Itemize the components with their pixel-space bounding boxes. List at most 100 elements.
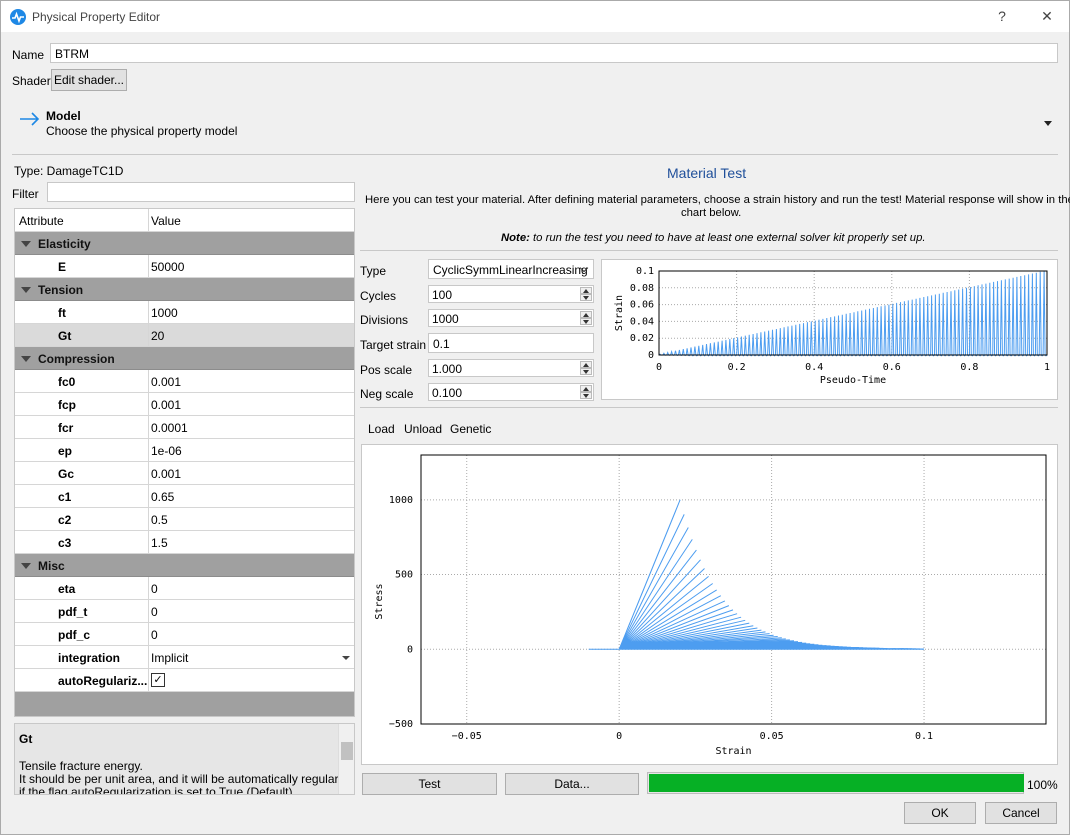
property-name: fc0 (58, 375, 76, 389)
property-row[interactable]: c3 1.5 (15, 531, 354, 554)
property-name: fcp (58, 398, 76, 412)
description-scrollbar[interactable] (338, 724, 354, 794)
material-test-intro-2: chart below. (681, 207, 742, 219)
tab-unload[interactable]: Unload (404, 422, 442, 436)
type-param-label: Type (360, 264, 387, 278)
property-value[interactable]: 1e-06 (151, 444, 182, 458)
property-name: autoRegulariz... (58, 674, 148, 688)
x-tick-label: 0.05 (760, 731, 784, 742)
scrollbar-thumb[interactable] (341, 742, 353, 760)
property-value[interactable]: 1000 (151, 306, 178, 320)
property-name: Gt (58, 329, 72, 343)
filter-input[interactable] (47, 182, 355, 202)
target-strain-label: Target strain (360, 338, 427, 352)
property-row[interactable]: fc0 0.001 (15, 370, 354, 393)
chevron-down-icon[interactable] (21, 563, 31, 569)
property-row[interactable]: fcr 0.0001 (15, 416, 354, 439)
property-row[interactable]: Gc 0.001 (15, 462, 354, 485)
neg-scale-spinbox[interactable]: 0.100 (428, 383, 594, 401)
y-tick-label: 0 (407, 644, 413, 655)
help-button[interactable]: ? (992, 8, 1012, 24)
spin-up-icon[interactable] (580, 361, 592, 368)
property-value[interactable]: 0.001 (151, 375, 181, 389)
material-test-title: Material Test (667, 165, 747, 181)
category-row-tension[interactable]: Tension (15, 278, 354, 301)
cycles-spinbox[interactable]: 100 (428, 285, 594, 303)
progress-bar (647, 772, 1024, 794)
tab-genetic[interactable]: Genetic (450, 422, 491, 436)
property-value[interactable]: 0 (151, 605, 158, 619)
property-row[interactable]: pdf_c 0 (15, 623, 354, 646)
chevron-down-icon[interactable] (21, 241, 31, 247)
ok-button[interactable]: OK (904, 802, 976, 824)
target-strain-input[interactable]: 0.1 (428, 333, 594, 353)
x-tick-label: −0.05 (452, 731, 482, 742)
physical-property-editor-window: Physical Property Editor ? ✕ Name BTRM S… (0, 0, 1070, 835)
spin-up-icon[interactable] (580, 311, 592, 318)
chevron-down-icon[interactable] (1044, 121, 1052, 126)
property-value[interactable]: 0.001 (151, 467, 181, 481)
property-value[interactable]: 1.5 (151, 536, 168, 550)
property-value[interactable]: 0.0001 (151, 421, 188, 435)
property-name: eta (58, 582, 76, 596)
property-row[interactable]: pdf_t 0 (15, 600, 354, 623)
spin-down-icon[interactable] (580, 368, 592, 375)
property-value[interactable]: Implicit (151, 651, 188, 665)
chevron-down-icon[interactable] (21, 287, 31, 293)
model-subtitle: Choose the physical property model (46, 124, 238, 138)
title-bar: Physical Property Editor ? ✕ (1, 1, 1069, 32)
property-name: c3 (58, 536, 72, 550)
cancel-button[interactable]: Cancel (985, 802, 1057, 824)
property-value[interactable]: 20 (151, 329, 164, 343)
divisions-spinbox[interactable]: 1000 (428, 309, 594, 327)
property-row[interactable]: c1 0.65 (15, 485, 354, 508)
x-axis-label: Pseudo-Time (820, 375, 886, 386)
tab-load[interactable]: Load (368, 422, 395, 436)
pos-scale-spinbox[interactable]: 1.000 (428, 359, 594, 377)
auto-regularization-checkbox[interactable]: ✓ (151, 673, 165, 687)
y-tick-label: 1000 (389, 495, 413, 506)
spin-down-icon[interactable] (580, 318, 592, 325)
property-row[interactable]: autoRegulariz... ✓ (15, 669, 354, 692)
spin-up-icon[interactable] (580, 385, 592, 392)
property-row[interactable]: integration Implicit (15, 646, 354, 669)
table-header: Attribute Value (15, 209, 354, 232)
plot-frame (420, 454, 1047, 725)
property-value[interactable]: 50000 (151, 260, 184, 274)
property-value[interactable]: 0.65 (151, 490, 174, 504)
property-row[interactable]: eta 0 (15, 577, 354, 600)
x-tick-label: 0.1 (915, 731, 933, 742)
property-row[interactable]: ep 1e-06 (15, 439, 354, 462)
category-row-elasticity[interactable]: Elasticity (15, 232, 354, 255)
close-button[interactable]: ✕ (1037, 8, 1057, 25)
attribute-column-header: Attribute (19, 214, 64, 228)
type-select[interactable]: CyclicSymmLinearIncreasing (428, 259, 594, 279)
property-row[interactable]: E 50000 (15, 255, 354, 278)
filter-label: Filter (12, 187, 39, 201)
property-value[interactable]: 0.001 (151, 398, 181, 412)
spin-down-icon[interactable] (580, 294, 592, 301)
spin-up-icon[interactable] (580, 287, 592, 294)
property-row[interactable]: c2 0.5 (15, 508, 354, 531)
property-row[interactable]: ft 1000 (15, 301, 354, 324)
material-test-intro: Here you can test your material. After d… (365, 194, 1070, 206)
y-tick-label: 0.04 (630, 316, 654, 327)
test-button[interactable]: Test (362, 773, 497, 795)
property-row[interactable]: fcp 0.001 (15, 393, 354, 416)
chevron-down-icon[interactable] (342, 656, 350, 660)
window-title: Physical Property Editor (32, 10, 161, 24)
description-line: if the flag autoRegularization is set to… (19, 785, 296, 795)
category-row-compression[interactable]: Compression (15, 347, 354, 370)
table-filler (15, 692, 354, 716)
edit-shader-button[interactable]: Edit shader... (51, 69, 127, 91)
data-button[interactable]: Data... (505, 773, 639, 795)
property-value[interactable]: 0 (151, 582, 158, 596)
property-value[interactable]: 0.5 (151, 513, 168, 527)
spin-down-icon[interactable] (580, 392, 592, 399)
chevron-down-icon[interactable] (21, 356, 31, 362)
description-line: Tensile fracture energy. (19, 759, 143, 773)
name-input[interactable]: BTRM (50, 43, 1058, 63)
property-row[interactable]: Gt 20 (15, 324, 354, 347)
property-value[interactable]: 0 (151, 628, 158, 642)
category-row-misc[interactable]: Misc (15, 554, 354, 577)
